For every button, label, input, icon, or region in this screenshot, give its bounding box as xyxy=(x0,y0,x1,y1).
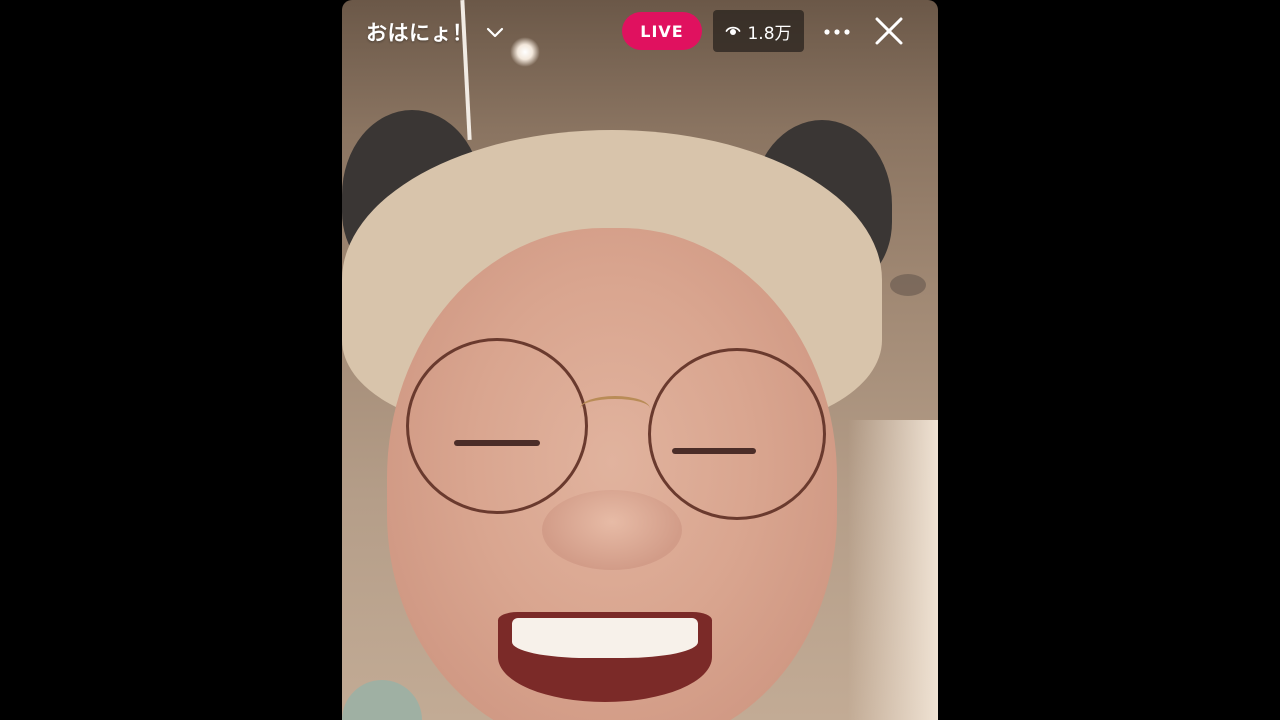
stream-top-bar: おはにょ！ LIVE 1.8万 xyxy=(342,0,938,64)
viewer-count: 1.8万 xyxy=(747,23,792,44)
screen-background: おはにょ！ LIVE 1.8万 xyxy=(0,0,1280,720)
stream-title-dropdown[interactable]: おはにょ！ xyxy=(366,14,506,50)
glasses-bridge xyxy=(580,396,650,421)
viewer-count-badge[interactable]: 1.8万 xyxy=(713,10,804,52)
live-stream-view: おはにょ！ LIVE 1.8万 xyxy=(342,0,938,720)
stream-title: おはにょ！ xyxy=(366,21,474,45)
glasses-lens-right xyxy=(648,348,826,520)
eye-left xyxy=(454,440,540,446)
video-feed[interactable] xyxy=(342,0,938,720)
close-icon[interactable] xyxy=(872,14,906,48)
chevron-down-icon[interactable] xyxy=(484,21,506,43)
nose xyxy=(542,490,682,570)
glasses-lens-left xyxy=(406,338,588,514)
ceiling-vent xyxy=(890,274,926,296)
shoulder xyxy=(342,680,422,720)
wall xyxy=(848,420,938,720)
eye-icon xyxy=(725,23,741,39)
eye-right xyxy=(672,448,756,454)
teeth xyxy=(512,618,698,658)
more-icon[interactable] xyxy=(820,18,854,46)
mouth xyxy=(498,612,712,702)
live-badge: LIVE xyxy=(622,12,702,50)
